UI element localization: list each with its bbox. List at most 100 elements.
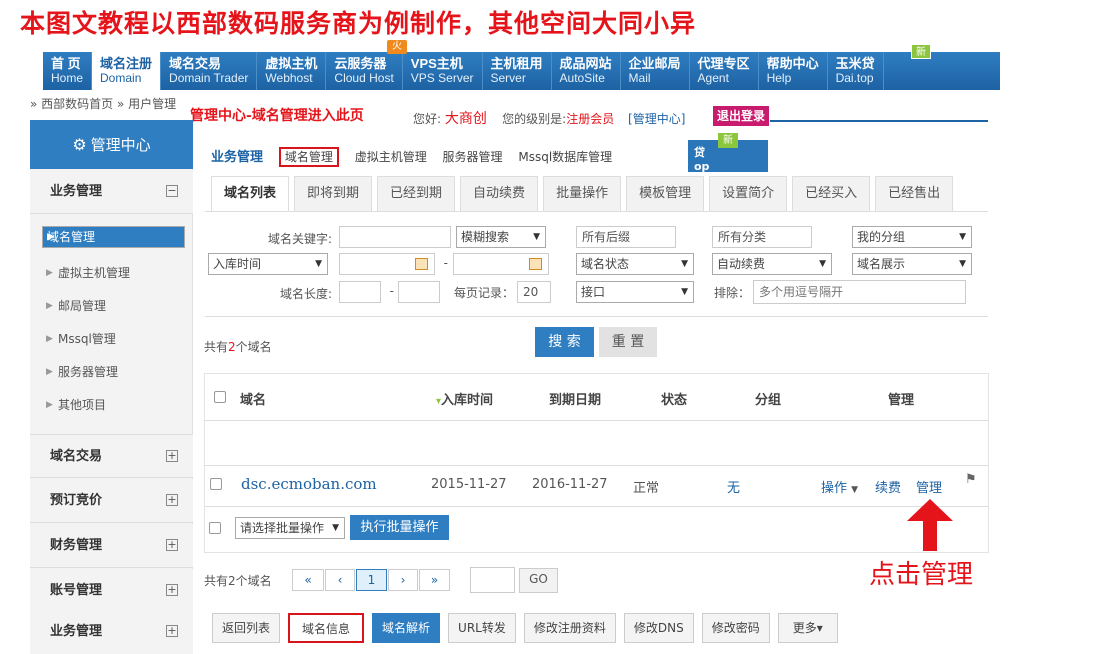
collapse-icon[interactable]: −	[166, 185, 178, 197]
subnav-title[interactable]: 业务管理	[211, 150, 263, 165]
tab-batch[interactable]: 批量操作	[543, 176, 622, 212]
tab-settings[interactable]: 设置简介	[709, 176, 788, 212]
exclude-input[interactable]	[753, 280, 966, 304]
header-added[interactable]: ▾入库时间	[436, 389, 493, 408]
nav-help[interactable]: 帮助中心 Help	[759, 52, 828, 90]
manage-link[interactable]: 管理	[916, 477, 942, 496]
date-field-select[interactable]: 入库时间 ▼	[208, 253, 328, 275]
domain-link[interactable]: dsc.ecmoban.com	[241, 475, 377, 493]
nav-vps[interactable]: VPS主机 VPS Server	[403, 52, 483, 90]
expand-icon[interactable]: +	[166, 584, 178, 596]
tab-sold[interactable]: 已经售出	[875, 176, 954, 212]
operate-dropdown[interactable]: 操作 ▼	[821, 477, 858, 496]
date-from-input[interactable]	[339, 253, 435, 275]
header-expires[interactable]: 到期日期	[549, 389, 601, 408]
keyword-input[interactable]	[339, 226, 451, 248]
user-greeting: 您好: 大商创 您的级别是:注册会员 [管理中心]	[413, 111, 686, 127]
renew-link[interactable]: 续费	[875, 477, 901, 496]
url-forward-button[interactable]: URL转发	[448, 613, 516, 643]
category-field[interactable]: 所有分类	[712, 226, 812, 248]
subnav-mssql-manage[interactable]: Mssql数据库管理	[518, 150, 612, 164]
tab-domain-list[interactable]: 域名列表	[211, 176, 290, 212]
nav-autosite[interactable]: 成品网站 AutoSite	[552, 52, 621, 90]
header-domain[interactable]: 域名	[240, 389, 266, 408]
back-to-list-button[interactable]: 返回列表	[212, 613, 281, 643]
per-page-input[interactable]: 20	[517, 281, 551, 303]
status-select[interactable]: 域名状态 ▼	[576, 253, 694, 275]
management-center-link[interactable]: [管理中心]	[628, 112, 685, 126]
goto-page-input[interactable]	[470, 567, 515, 593]
logout-button[interactable]: 退出登录	[713, 106, 769, 126]
sidebar-section-business-2[interactable]: 业务管理 +	[30, 610, 193, 654]
batch-select[interactable]: 请选择批量操作 ▼	[235, 517, 345, 539]
sidebar-section-trade[interactable]: 域名交易 +	[30, 434, 193, 478]
sidebar-section-account[interactable]: 账号管理 +	[30, 569, 193, 613]
tutorial-title: 本图文教程以西部数码服务商为例制作，其他空间大同小异	[20, 9, 697, 38]
tab-expired[interactable]: 已经到期	[377, 176, 456, 212]
domain-info-button[interactable]: 域名信息	[288, 613, 365, 643]
batch-run-button[interactable]: 执行批量操作	[350, 515, 449, 540]
tab-bought[interactable]: 已经买入	[792, 176, 871, 212]
group-select[interactable]: 我的分组 ▼	[852, 226, 972, 248]
go-button[interactable]: GO	[519, 568, 558, 593]
first-page-button[interactable]: «	[292, 569, 324, 591]
nav-home[interactable]: 首 页 Home	[43, 52, 93, 90]
expand-icon[interactable]: +	[166, 539, 178, 551]
sidebar-item-webhost[interactable]: ▶ 虚拟主机管理	[42, 259, 185, 287]
current-page[interactable]: 1	[356, 569, 387, 591]
sidebar-section-auction[interactable]: 预订竞价 +	[30, 479, 193, 523]
sidebar-item-server[interactable]: ▶ 服务器管理	[42, 358, 185, 386]
select-all-checkbox[interactable]	[214, 391, 226, 403]
sidebar-item-mssql[interactable]: ▶ Mssql管理	[42, 325, 185, 353]
nav-webhost[interactable]: 虚拟主机 Webhost	[257, 52, 327, 90]
tab-auto-renew[interactable]: 自动续费	[460, 176, 539, 212]
subnav-webhost-manage[interactable]: 虚拟主机管理	[355, 150, 427, 164]
length-min-input[interactable]	[339, 281, 381, 303]
nav-domain-trader[interactable]: 域名交易 Domain Trader	[161, 52, 258, 90]
reset-button[interactable]: 重 置	[599, 327, 657, 357]
edit-dns-button[interactable]: 修改DNS	[623, 613, 694, 643]
length-max-input[interactable]	[398, 281, 440, 303]
date-to-input[interactable]	[453, 253, 549, 275]
nav-cloud-host[interactable]: 云服务器 Cloud Host	[326, 52, 403, 90]
arrow-right-icon: ▶	[46, 268, 53, 278]
sidebar-item-other[interactable]: ▶ 其他项目	[42, 391, 185, 419]
nav-domain[interactable]: 域名注册 Domain	[92, 52, 162, 90]
nav-server[interactable]: 主机租用 Server	[483, 52, 552, 90]
expand-icon[interactable]: +	[166, 625, 178, 637]
suffix-field[interactable]: 所有后缀	[576, 226, 676, 248]
subnav-server-manage[interactable]: 服务器管理	[443, 150, 503, 164]
expand-icon[interactable]: +	[166, 494, 178, 506]
tab-templates[interactable]: 模板管理	[626, 176, 705, 212]
expand-icon[interactable]: +	[166, 450, 178, 462]
sidebar-section-business[interactable]: 业务管理 −	[30, 170, 193, 214]
nav-dai[interactable]: 玉米贷 Dai.top	[828, 52, 884, 90]
batch-checkbox[interactable]	[209, 522, 221, 534]
calendar-icon[interactable]	[415, 258, 428, 270]
dns-resolve-button[interactable]: 域名解析	[372, 613, 441, 643]
nav-agent[interactable]: 代理专区 Agent	[690, 52, 759, 90]
calendar-icon[interactable]	[529, 258, 542, 270]
sidebar-header[interactable]: ⚙ 管理中心	[30, 120, 193, 169]
nav-mail[interactable]: 企业邮局 Mail	[621, 52, 690, 90]
breadcrumb[interactable]: » 西部数码首页 » 用户管理	[30, 95, 176, 112]
flag-icon[interactable]: ⚑	[965, 472, 977, 487]
subnav-domain-manage[interactable]: 域名管理	[278, 147, 339, 167]
interface-select[interactable]: 接口 ▼	[576, 281, 694, 303]
edit-password-button[interactable]: 修改密码	[701, 613, 770, 643]
row-checkbox[interactable]	[210, 478, 222, 490]
sidebar-item-mail[interactable]: ▶ 邮局管理	[42, 292, 185, 320]
search-button[interactable]: 搜 索	[535, 327, 594, 357]
edit-registrant-button[interactable]: 修改注册资料	[523, 613, 616, 643]
auto-renew-select[interactable]: 自动续费 ▼	[712, 253, 832, 275]
next-page-button[interactable]: ›	[388, 569, 418, 591]
more-dropdown[interactable]: 更多▾	[777, 613, 838, 643]
tab-expiring[interactable]: 即将到期	[294, 176, 373, 212]
display-select[interactable]: 域名展示 ▼	[852, 253, 972, 275]
fuzzy-select[interactable]: 模糊搜索 ▼	[456, 226, 546, 248]
prev-page-button[interactable]: ‹	[325, 569, 355, 591]
last-page-button[interactable]: »	[419, 569, 450, 591]
dropdown-icon: ▼	[315, 259, 322, 269]
sidebar-section-finance[interactable]: 财务管理 +	[30, 524, 193, 568]
sidebar-item-domain[interactable]: ▶ 域名管理	[42, 226, 185, 248]
